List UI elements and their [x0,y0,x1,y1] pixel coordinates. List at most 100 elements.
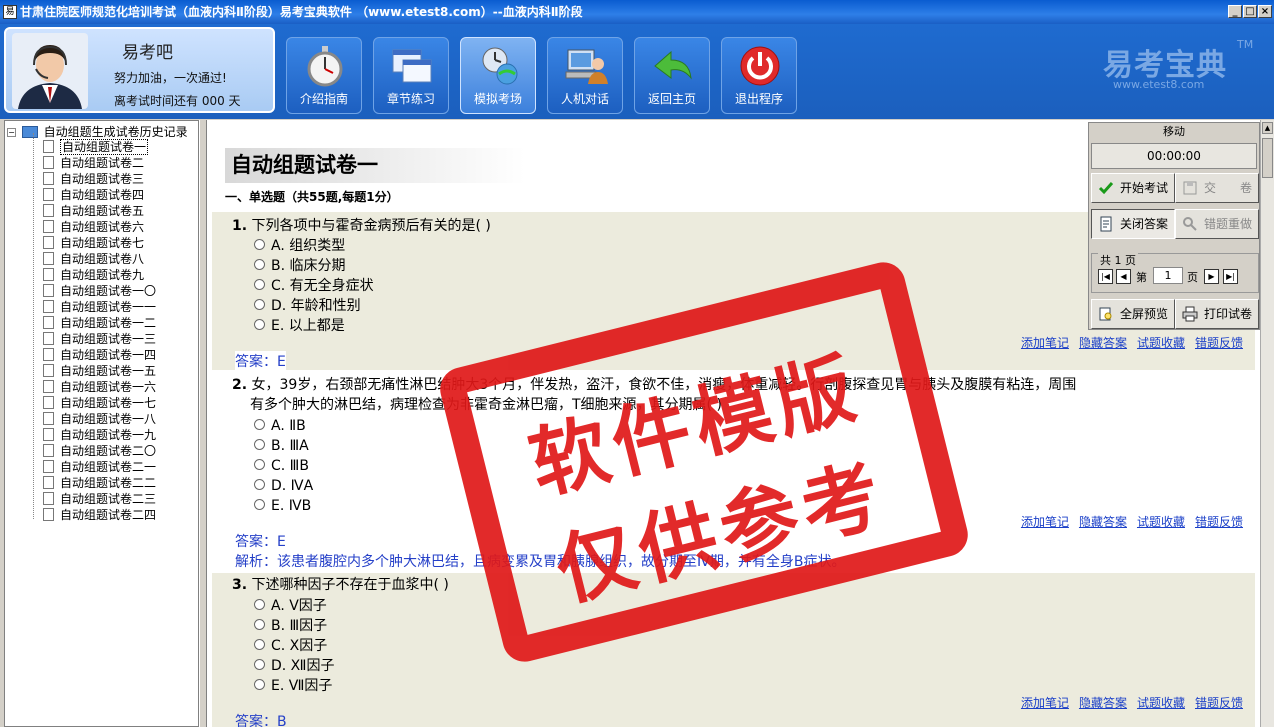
submit-button[interactable]: 交 卷 [1175,173,1259,203]
option-radio[interactable]: C. 有无全身症状 [254,276,374,296]
fullscreen-preview-button[interactable]: 全屏预览 [1091,299,1175,329]
splitter[interactable] [199,120,207,727]
nav-label: 章节练习 [386,92,435,106]
nav-intro-button[interactable]: 介绍指南 [286,37,362,114]
feedback-link[interactable]: 错题反馈 [1195,515,1243,529]
scroll-thumb[interactable] [1262,138,1273,178]
answer-text: 答案：E [235,351,286,371]
option-radio[interactable]: A. Ⅴ因子 [254,596,327,616]
tree-item-paper[interactable]: 自动组题试卷一四 [43,347,156,363]
tree-item-paper[interactable]: 自动组题试卷一一 [43,299,156,315]
close-answer-button[interactable]: 关闭答案 [1091,209,1175,239]
option-radio[interactable]: C. ⅢB [254,456,309,476]
question-links: 添加笔记 隐藏答案 试题收藏 错题反馈 [1011,513,1243,530]
nav-chapter-button[interactable]: 章节练习 [373,37,449,114]
hide-answer-link[interactable]: 隐藏答案 [1079,336,1127,350]
move-handle[interactable]: 移动 [1090,124,1258,140]
option-radio[interactable]: D. 年龄和性别 [254,296,361,316]
nav-mock-exam-button[interactable]: 模拟考场 [460,37,536,114]
scroll-up-icon[interactable]: ▲ [1262,122,1273,134]
document-icon [43,476,54,489]
exam-countdown: 离考试时间还有 000 天 [114,94,241,108]
nav-exit-button[interactable]: 退出程序 [721,37,797,114]
tree-item-paper[interactable]: 自动组题试卷一二 [43,315,156,331]
favorite-link[interactable]: 试题收藏 [1137,515,1185,529]
maximize-button[interactable]: □ [1243,5,1257,18]
tree-item-paper[interactable]: 自动组题试卷九 [43,267,144,283]
hide-answer-link[interactable]: 隐藏答案 [1079,696,1127,710]
stopwatch-icon [307,46,343,87]
app-icon[interactable]: 易 [3,5,17,19]
option-radio[interactable]: E. Ⅶ因子 [254,676,332,696]
option-radio[interactable]: E. ⅣB [254,496,311,516]
tree-item-paper[interactable]: 自动组题试卷一〇 [43,283,156,299]
option-radio[interactable]: A. 组织类型 [254,236,345,256]
next-page-icon[interactable]: ▶ [1204,269,1219,284]
redo-wrong-button[interactable]: 错题重做 [1175,209,1259,239]
option-radio[interactable]: E. 以上都是 [254,316,345,336]
answer-text: 答案：B [235,714,287,727]
first-page-icon[interactable]: |◀ [1098,269,1113,284]
start-exam-button[interactable]: 开始考试 [1091,173,1175,203]
tree-root[interactable]: − 自动组题生成试卷历史记录 [7,123,188,140]
option-radio[interactable]: D. ⅣA [254,476,313,496]
favorite-link[interactable]: 试题收藏 [1137,696,1185,710]
option-radio[interactable]: B. Ⅲ因子 [254,616,327,636]
nav-dialog-button[interactable]: 人机对话 [547,37,623,114]
nav-home-button[interactable]: 返回主页 [634,37,710,114]
page-number-input[interactable] [1153,267,1183,284]
tree-item-paper[interactable]: 自动组题试卷一 [43,139,149,155]
print-paper-button[interactable]: 打印试卷 [1175,299,1259,329]
tree-item-paper[interactable]: 自动组题试卷一五 [43,363,156,379]
feedback-link[interactable]: 错题反馈 [1195,696,1243,710]
tree-item-paper[interactable]: 自动组题试卷八 [43,251,144,267]
page-count: 共 1 页 [1098,252,1138,268]
brand-tm: TM [1237,38,1254,51]
checkmark-icon [1098,182,1114,195]
option-radio[interactable]: B. 临床分期 [254,256,346,276]
tree-item-paper[interactable]: 自动组题试卷五 [43,203,144,219]
question-text: 下列各项中与霍奇金病预后有关的是( ) [251,218,491,234]
document-icon [43,156,54,169]
tree-item-paper[interactable]: 自动组题试卷二 [43,155,144,171]
option-radio[interactable]: B. ⅢA [254,436,309,456]
option-radio[interactable]: C. Ⅹ因子 [254,636,327,656]
paper-history-tree: − 自动组题生成试卷历史记录 自动组题试卷一 自动组题试卷二 自动组题试卷三 自动组题… [4,120,199,727]
tree-item-paper[interactable]: 自动组题试卷一六 [43,379,156,395]
feedback-link[interactable]: 错题反馈 [1195,336,1243,350]
close-button[interactable]: × [1258,5,1272,18]
tree-item-paper[interactable]: 自动组题试卷二三 [43,491,156,507]
favorite-link[interactable]: 试题收藏 [1137,336,1185,350]
save-icon [1183,181,1197,195]
minimize-button[interactable]: _ [1228,5,1242,18]
option-radio[interactable]: D. Ⅻ因子 [254,656,335,676]
document-icon [43,332,54,345]
collapse-icon[interactable]: − [7,128,16,137]
tree-item-paper[interactable]: 自动组题试卷二一 [43,459,156,475]
tree-item-paper[interactable]: 自动组题试卷二四 [43,507,156,523]
hide-answer-link[interactable]: 隐藏答案 [1079,515,1127,529]
last-page-icon[interactable]: ▶| [1223,269,1238,284]
tree-item-paper[interactable]: 自动组题试卷二二 [43,475,156,491]
tree-item-paper[interactable]: 自动组题试卷七 [43,235,144,251]
add-note-link[interactable]: 添加笔记 [1021,515,1069,529]
option-radio[interactable]: A. ⅡB [254,416,306,436]
tree-item-paper[interactable]: 自动组题试卷四 [43,187,144,203]
add-note-link[interactable]: 添加笔记 [1021,336,1069,350]
page-suffix: 页 [1187,271,1198,284]
tree-item-paper[interactable]: 自动组题试卷六 [43,219,144,235]
tree-item-paper[interactable]: 自动组题试卷一三 [43,331,156,347]
tree-item-paper[interactable]: 自动组题试卷二〇 [43,443,156,459]
tree-item-paper[interactable]: 自动组题试卷一九 [43,427,156,443]
tree-item-paper[interactable]: 自动组题试卷一八 [43,411,156,427]
document-icon [43,204,54,217]
tree-item-paper[interactable]: 自动组题试卷一七 [43,395,156,411]
tree-item-paper[interactable]: 自动组题试卷三 [43,171,144,187]
prev-page-icon[interactable]: ◀ [1116,269,1131,284]
add-note-link[interactable]: 添加笔记 [1021,696,1069,710]
question-number: 3. [232,577,248,593]
user-name: 易考吧 [122,43,173,63]
document-icon [43,508,54,521]
window-title-bar: 甘肃住院医师规范化培训考试（血液内科Ⅱ阶段）易考宝典软件 （www.etest8… [0,0,1274,24]
vertical-scrollbar[interactable]: ▲ [1260,120,1274,727]
